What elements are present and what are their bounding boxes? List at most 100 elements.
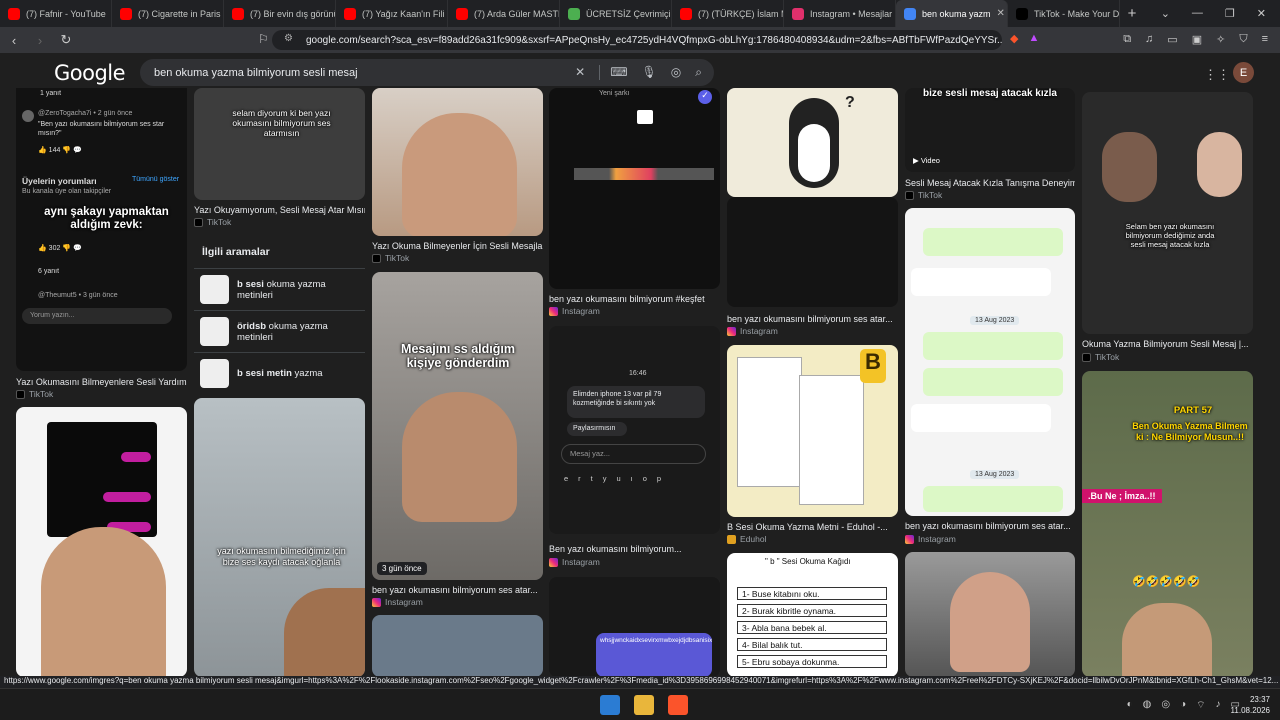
result-image-dm[interactable]: 16:46 Elimden iphone 13 var pil 79 kozme… <box>549 326 720 534</box>
tray-icon[interactable]: ◍ <box>1143 699 1152 712</box>
result-caption[interactable]: ben yazı okumasını bilmiyorum ses atar..… <box>727 314 898 324</box>
media-icon[interactable]: ♫ <box>1145 33 1153 46</box>
result-image-message[interactable]: Mesajını ss aldığım kişiye gönderdim 3 g… <box>372 272 543 580</box>
tab-9[interactable]: TikTok - Make Your Da <box>1008 0 1120 27</box>
sheet-line: 4- Bilal balık tut. <box>737 638 887 651</box>
result-caption[interactable]: Yazı Okuyamıyorum, Sesli Mesaj Atar Mısı… <box>194 205 365 215</box>
result-caption[interactable]: Ben yazı okumasını bilmiyorum... <box>549 544 720 554</box>
tab-title: ben okuma yazm <box>922 8 991 19</box>
tab-3[interactable]: (7) Yağız Kaan'ın Fili S <box>336 0 448 27</box>
result-image-dark[interactable] <box>727 197 898 307</box>
related-search-item[interactable]: b sesi okuma yazma metinleri <box>194 268 365 310</box>
reload-icon[interactable]: ↻ <box>58 32 74 48</box>
tray-icon[interactable]: ◐ <box>1127 699 1133 712</box>
result-source: TikTok <box>194 217 231 227</box>
tab-1[interactable]: (7) Cigarette in Paris | <box>112 0 224 27</box>
related-label: öridsb okuma yazma metinleri <box>237 321 359 343</box>
tab-search-icon[interactable]: ⌄ <box>1161 7 1170 20</box>
overlay-text: selam diyorum ki ben yazı okumasını bilm… <box>232 108 331 138</box>
mic-icon[interactable]: 🎙 <box>642 65 657 80</box>
tiktok-icon <box>905 190 914 200</box>
result-caption[interactable]: ben yazı okumasını bilmiyorum ses atar..… <box>372 585 543 595</box>
show-all-link[interactable]: Tümünü göster <box>132 176 179 183</box>
lens-icon[interactable]: ◎ <box>671 65 681 80</box>
bookmark-icon[interactable]: ⚐ <box>258 32 269 46</box>
google-logo[interactable]: Google <box>54 61 126 85</box>
result-image-chat[interactable] <box>16 407 187 676</box>
result-source: TikTok <box>905 190 942 200</box>
brave-icon[interactable] <box>668 695 688 715</box>
result-image-group[interactable] <box>372 615 543 676</box>
result-image-selfie[interactable]: selam diyorum ki ben yazı okumasını bilm… <box>194 88 365 200</box>
related-search-item[interactable]: öridsb okuma yazma metinleri <box>194 310 365 352</box>
result-comments-screenshot[interactable]: 1 yanıt @ZeroTogacha7i • 2 gün önce "Ben… <box>16 88 187 371</box>
new-tab-button[interactable]: + <box>1120 5 1144 22</box>
tab-8[interactable]: ben okuma yazm ✕ <box>896 0 1008 27</box>
result-caption[interactable]: ben yazı okumasını bilmiyorum ses atar..… <box>905 521 1075 531</box>
url-field[interactable]: ⚙ google.com/search?sca_esv=f89add26a31f… <box>272 30 1002 50</box>
search-box[interactable]: ben okuma yazma bilmiyorum sesli mesaj ✕… <box>140 59 714 86</box>
result-caption[interactable]: Yazı Okuma Bilmeyenler İçin Sesli Mesajl… <box>372 241 543 251</box>
file-explorer-icon[interactable] <box>634 695 654 715</box>
result-image-reading-sheet[interactable]: " b " Sesi Okuma Kağıdı 1- Buse kitabını… <box>727 553 898 676</box>
search-icon[interactable]: ⌕ <box>695 65 702 80</box>
result-image-music[interactable]: Yeni şarkı ✓ <box>549 88 720 289</box>
maximize-icon[interactable]: ❐ <box>1225 7 1235 20</box>
sidebar-icon[interactable]: ▭ <box>1167 33 1177 46</box>
tab-favicon <box>344 7 356 20</box>
result-image-typing[interactable]: whsjjwnckaidxsevirxmwbxejdjdbsanisixjsnx… <box>549 577 720 676</box>
result-caption[interactable]: B Sesi Okuma Yazma Metni - Eduhol -... <box>727 522 898 532</box>
wifi-icon[interactable]: ⌔ <box>1196 699 1205 712</box>
tab-0[interactable]: (7) Fafnir - YouTube <box>0 0 112 27</box>
rewards-icon[interactable]: ▲ <box>1028 32 1039 45</box>
result-caption[interactable]: Okuma Yazma Bilmiyorum Sesli Mesaj |... <box>1082 339 1253 349</box>
close-window-icon[interactable]: ✕ <box>1257 7 1266 20</box>
comment-input[interactable]: Yorum yazın... <box>22 308 172 324</box>
result-image-video[interactable]: bize sesli mesaj atacak kızla ▶ Video <box>905 88 1075 172</box>
wallet-icon[interactable]: ▣ <box>1192 33 1202 46</box>
forward-icon[interactable]: › <box>32 33 48 48</box>
result-image-voice-notes[interactable]: 13 Aug 2023 13 Aug 2023 <box>905 208 1075 516</box>
menu-icon[interactable]: ≡ <box>1262 33 1268 46</box>
tab-6[interactable]: (7) (TÜRKÇE) İslam M <box>672 0 784 27</box>
apps-grid-icon[interactable]: ⋮⋮ <box>1204 67 1230 83</box>
vpn-icon[interactable]: ⛉ <box>1239 33 1247 46</box>
back-icon[interactable]: ‹ <box>6 33 22 48</box>
result-image-face[interactable] <box>372 88 543 236</box>
tab-7[interactable]: Instagram • Mesajlar <box>784 0 896 27</box>
voice-note <box>923 368 1063 396</box>
related-search-item[interactable]: b sesi metin yazma <box>194 352 365 394</box>
site-info-icon[interactable]: ⚙ <box>284 33 293 44</box>
result-caption[interactable]: Sesli Mesaj Atacak Kızla Tanışma Deneyim… <box>905 178 1075 188</box>
comment-user-3: @Theumut5 • 3 gün önce <box>38 292 118 299</box>
leo-icon[interactable]: ✧ <box>1216 33 1225 46</box>
result-caption[interactable]: ben yazı okumasını bilmiyorum #keşfet <box>549 294 720 304</box>
replies-link[interactable]: 6 yanıt <box>38 268 59 275</box>
account-avatar[interactable]: E <box>1233 62 1254 83</box>
worksheet-column <box>737 357 802 487</box>
extensions-icon[interactable]: ⧉ <box>1123 33 1131 46</box>
start-icon[interactable] <box>600 695 620 715</box>
volume-icon[interactable]: ♪ <box>1216 699 1221 712</box>
tab-4[interactable]: (7) Arda Güler MASTE <box>448 0 560 27</box>
tiktok-icon <box>194 217 203 227</box>
result-image-selfie-2[interactable]: yazı okumasını bilmediğimiz için bize se… <box>194 398 365 676</box>
tab-5[interactable]: ÜCRETSİZ Çevrimiçi Sı <box>560 0 672 27</box>
tray-icon[interactable]: ◑ <box>1180 699 1186 712</box>
system-clock[interactable]: 23:37 11.08.2026 <box>1231 694 1270 716</box>
voice-note <box>923 228 1063 256</box>
worksheet-column <box>799 375 864 505</box>
result-image-worksheet[interactable]: B <box>727 345 898 517</box>
brave-shield-icon[interactable]: ◆ <box>1010 32 1018 45</box>
tray-icon[interactable]: ◎ <box>1161 699 1170 712</box>
tab-2[interactable]: (7) Bir evin dış görünü <box>224 0 336 27</box>
clear-icon[interactable]: ✕ <box>575 65 585 80</box>
keyboard-icon[interactable]: ⌨ <box>599 65 628 80</box>
result-image-couple[interactable]: Selam ben yazı okumasını bilmiyorum dedi… <box>1082 92 1253 334</box>
result-image-meme[interactable]: PART 57 Ben Okuma Yazma Bilmem ki : Ne B… <box>1082 371 1253 676</box>
close-tab-icon[interactable]: ✕ <box>997 8 1005 19</box>
result-caption[interactable]: Yazı Okumasını Bilmeyenlere Sesli Yardım… <box>16 377 187 387</box>
result-image-penguin[interactable]: ? <box>727 88 898 197</box>
minimize-icon[interactable]: — <box>1192 7 1203 20</box>
result-image-face-2[interactable] <box>905 552 1075 676</box>
